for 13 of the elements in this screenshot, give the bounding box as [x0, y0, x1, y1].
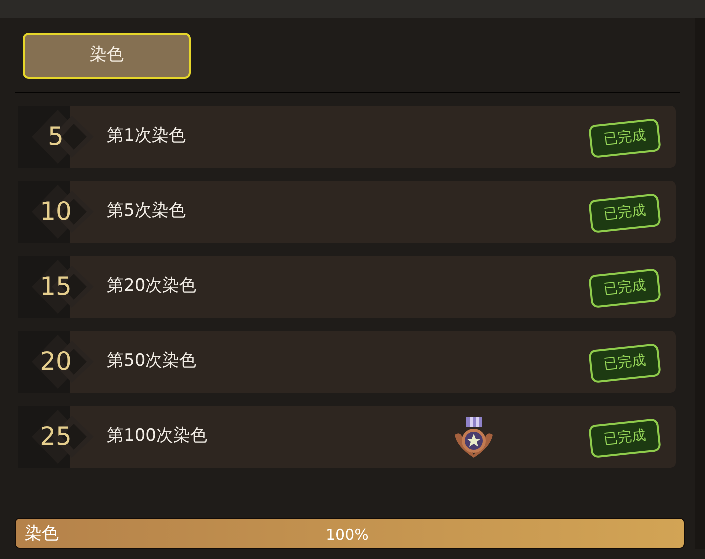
- progress-label: 染色: [25, 523, 59, 546]
- completed-stamp: 已完成: [588, 118, 662, 159]
- achievement-title: 第1次染色: [107, 125, 186, 148]
- completed-stamp: 已完成: [588, 343, 662, 384]
- achievement-title: 第20次染色: [107, 275, 197, 298]
- achievement-title: 第50次染色: [107, 350, 197, 374]
- tab[interactable]: 染色: [23, 33, 191, 79]
- completed-stamp: 已完成: [588, 193, 662, 234]
- achievement-title: 第100次染色: [107, 425, 208, 448]
- completed-stamp: 已完成: [588, 418, 662, 459]
- achievement-title: 第5次染色: [107, 200, 186, 224]
- completed-stamp: 已完成: [588, 268, 662, 309]
- progress-reading: 100%: [326, 525, 369, 546]
